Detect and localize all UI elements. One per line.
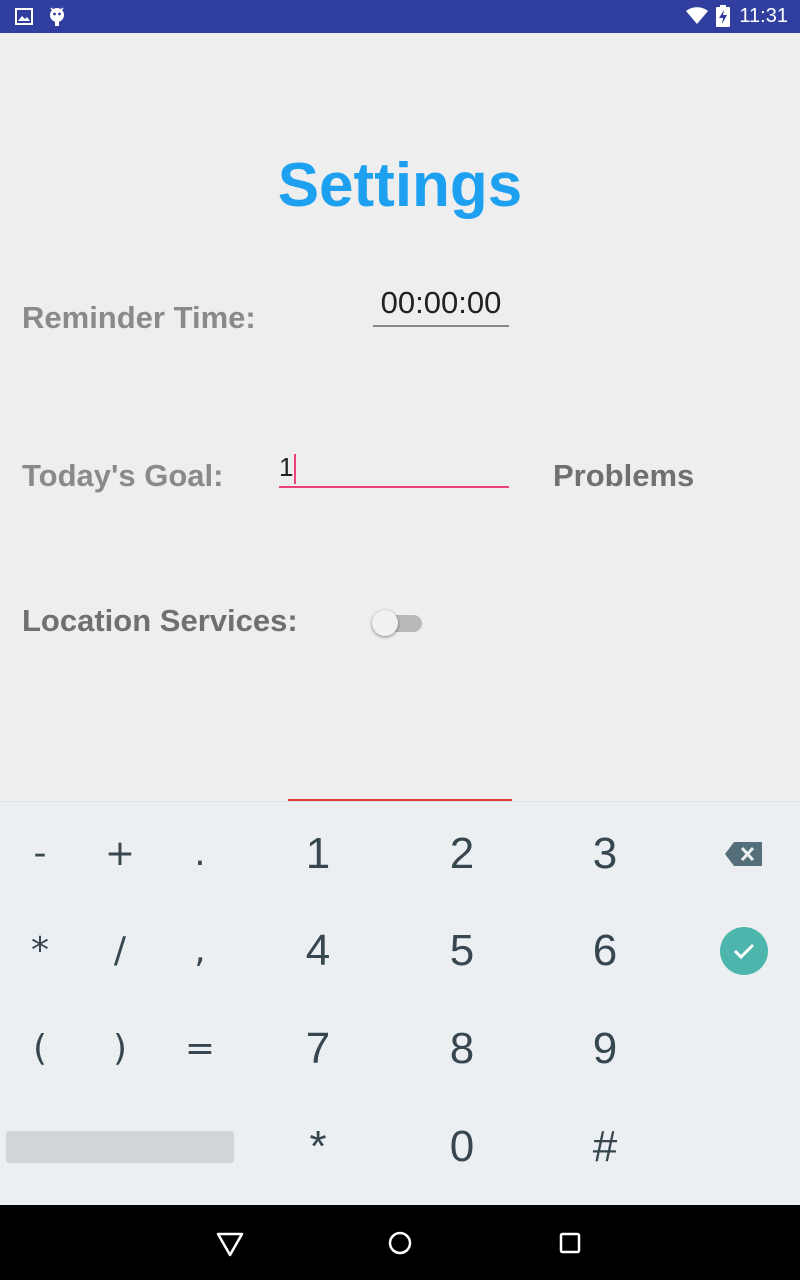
reminder-time-label: Reminder Time: xyxy=(22,300,256,335)
key-plus[interactable]: + xyxy=(80,805,160,902)
key-8[interactable]: 8 xyxy=(392,1000,532,1097)
todays-goal-input[interactable]: 1 xyxy=(279,448,509,488)
key-slash[interactable]: / xyxy=(80,902,160,999)
status-bar: 11:31 xyxy=(0,0,800,33)
key-6[interactable]: 6 xyxy=(535,902,675,999)
checkmark-icon xyxy=(733,943,755,960)
key-asterisk[interactable]: * xyxy=(0,902,80,999)
navigation-bar xyxy=(0,1205,800,1280)
location-services-switch[interactable] xyxy=(372,609,424,637)
location-services-label: Location Services: xyxy=(22,603,298,638)
key-2[interactable]: 2 xyxy=(392,805,532,902)
status-time: 11:31 xyxy=(739,5,788,27)
reminder-time-field[interactable]: 00:00:00 xyxy=(373,283,509,327)
numeric-keyboard: - + . 1 2 3 * / , 4 5 6 ( ) = 7 8 9 * 0 … xyxy=(0,801,800,1205)
recents-icon[interactable] xyxy=(550,1223,590,1263)
key-4[interactable]: 4 xyxy=(248,902,388,999)
space-key[interactable] xyxy=(6,1131,234,1163)
backspace-icon[interactable] xyxy=(724,841,764,867)
key-close-paren[interactable]: ) xyxy=(80,1000,160,1097)
key-equals[interactable]: = xyxy=(160,1000,240,1097)
wifi-icon xyxy=(686,7,708,24)
todays-goal-label: Today's Goal: xyxy=(22,458,224,493)
key-open-paren[interactable]: ( xyxy=(0,1000,80,1097)
key-0[interactable]: 0 xyxy=(392,1098,532,1195)
back-icon[interactable] xyxy=(210,1223,250,1263)
key-5[interactable]: 5 xyxy=(392,902,532,999)
key-1[interactable]: 1 xyxy=(248,805,388,902)
key-hash[interactable]: # xyxy=(535,1098,675,1195)
page-title: Settings xyxy=(277,151,523,220)
image-icon xyxy=(15,8,33,25)
battery-charging-icon xyxy=(716,5,730,27)
home-icon[interactable] xyxy=(380,1223,420,1263)
key-star[interactable]: * xyxy=(248,1098,388,1195)
android-debug-icon xyxy=(50,7,64,26)
key-minus[interactable]: - xyxy=(0,805,80,902)
key-3[interactable]: 3 xyxy=(535,805,675,902)
key-7[interactable]: 7 xyxy=(248,1000,388,1097)
todays-goal-value: 1 xyxy=(279,452,294,482)
switch-thumb xyxy=(372,610,398,636)
key-9[interactable]: 9 xyxy=(535,1000,675,1097)
text-cursor xyxy=(294,454,297,485)
goal-unit-label: Problems xyxy=(553,458,695,493)
key-comma[interactable]: , xyxy=(160,902,240,999)
key-period[interactable]: . xyxy=(160,805,240,902)
done-button[interactable] xyxy=(720,927,768,975)
